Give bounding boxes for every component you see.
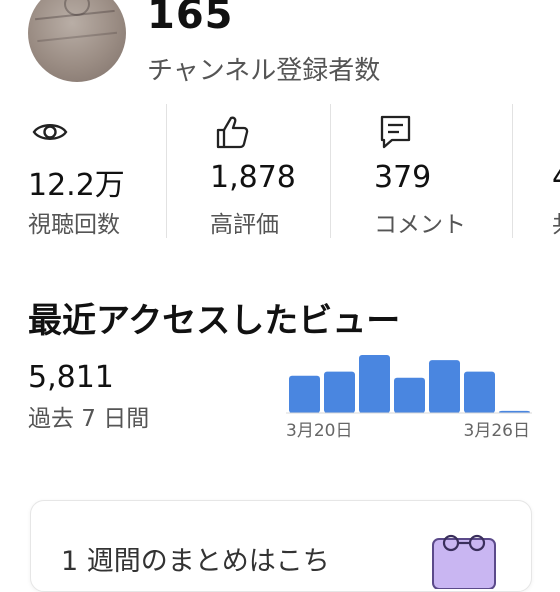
subscriber-label: チャンネル登録者数: [147, 56, 381, 86]
eye-icon: [32, 124, 68, 140]
chart-bar[interactable]: [324, 371, 355, 413]
recent-views-title: 最近アクセスしたビュー: [28, 301, 401, 341]
stats-row: 12.2万 視聴回数 1,878 高評価 379 コメント 4 共: [0, 104, 560, 238]
stat-divider: [166, 104, 167, 238]
avatar-scribble: [34, 9, 118, 43]
views-value: 12.2万: [28, 168, 125, 203]
views-bar-chart[interactable]: 3月20日 3月26日: [286, 348, 534, 448]
likes-label: 高評価: [210, 212, 279, 238]
shares-value: 4: [552, 160, 560, 195]
shares-label: 共: [552, 205, 560, 239]
weekly-summary-title: 1 週間のまとめはこち: [61, 546, 330, 577]
comments-value: 379: [374, 160, 432, 195]
chart-tick-start: 3月20日: [286, 421, 352, 441]
subscriber-count: 165: [147, 0, 234, 38]
channel-avatar[interactable]: [28, 0, 126, 82]
chart-bar[interactable]: [359, 355, 390, 413]
recent-views-period: 過去 7 日間: [28, 406, 150, 432]
likes-value: 1,878: [210, 160, 296, 195]
recent-views-count: 5,811: [28, 360, 114, 395]
summary-illustration-icon: [432, 534, 496, 589]
chart-bar[interactable]: [289, 375, 320, 413]
views-label: 視聴回数: [28, 212, 120, 238]
thumbs-up-icon: [216, 116, 249, 149]
stat-divider: [512, 104, 513, 238]
chart-bar[interactable]: [429, 360, 460, 413]
weekly-summary-card[interactable]: 1 週間のまとめはこち: [30, 500, 532, 592]
chart-tick-end: 3月26日: [464, 421, 530, 441]
chart-bar[interactable]: [394, 377, 425, 413]
chart-bar[interactable]: [464, 371, 495, 413]
stat-divider: [330, 104, 331, 238]
comment-icon: [380, 115, 411, 149]
comments-label: コメント: [374, 212, 466, 238]
